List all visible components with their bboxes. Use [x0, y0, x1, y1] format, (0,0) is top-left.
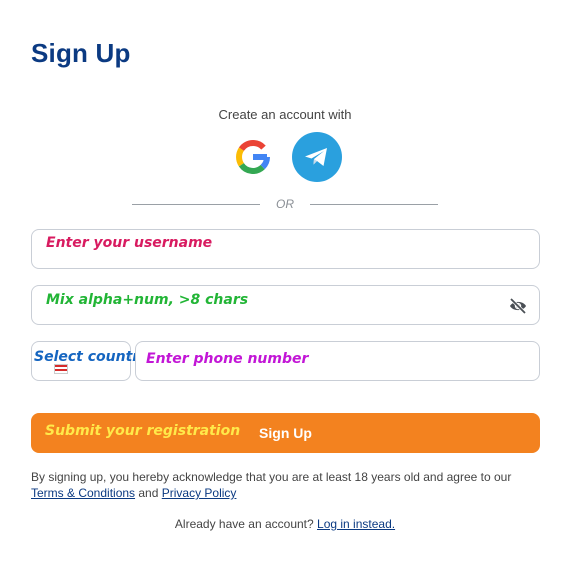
signup-page: Sign Up Create an account with OR Enter …: [0, 0, 570, 561]
flag-icon: [54, 364, 68, 374]
country-code-selector[interactable]: Select country code: [31, 341, 191, 381]
google-signup-button[interactable]: [230, 134, 276, 180]
username-field[interactable]: Enter your username: [31, 229, 540, 269]
legal-and-text: and: [135, 486, 162, 500]
login-prompt-text: Already have an account?: [174, 517, 318, 531]
privacy-link[interactable]: Privacy Policy: [162, 486, 237, 500]
phone-field[interactable]: Enter phone number: [135, 341, 540, 381]
login-link[interactable]: Log in instead.: [317, 517, 395, 531]
page-title: Sign Up: [31, 38, 131, 68]
legal-text: By signing up, you hereby acknowledge th…: [31, 470, 512, 484]
eye-off-icon: [509, 297, 527, 315]
password-input[interactable]: [44, 286, 499, 324]
login-prompt: Already have an account? Log in instead.: [0, 517, 570, 531]
telegram-signup-button[interactable]: [292, 132, 342, 182]
or-divider: OR: [132, 197, 438, 213]
legal-notice: By signing up, you hereby acknowledge th…: [31, 469, 541, 501]
divider-line-right: [310, 204, 438, 205]
username-input[interactable]: [44, 230, 499, 268]
telegram-icon: [305, 148, 327, 166]
sign-up-button-label: Sign Up: [259, 425, 312, 441]
password-visibility-toggle[interactable]: [508, 296, 528, 316]
social-prompt: Create an account with: [218, 107, 352, 122]
phone-input[interactable]: [148, 342, 499, 380]
google-icon: [236, 140, 270, 174]
sign-up-button[interactable]: Submit your registration Sign Up: [31, 413, 540, 453]
social-buttons: [230, 132, 344, 182]
password-field[interactable]: Mix alpha+num, >8 chars: [31, 285, 540, 325]
terms-link[interactable]: Terms & Conditions: [31, 486, 135, 500]
